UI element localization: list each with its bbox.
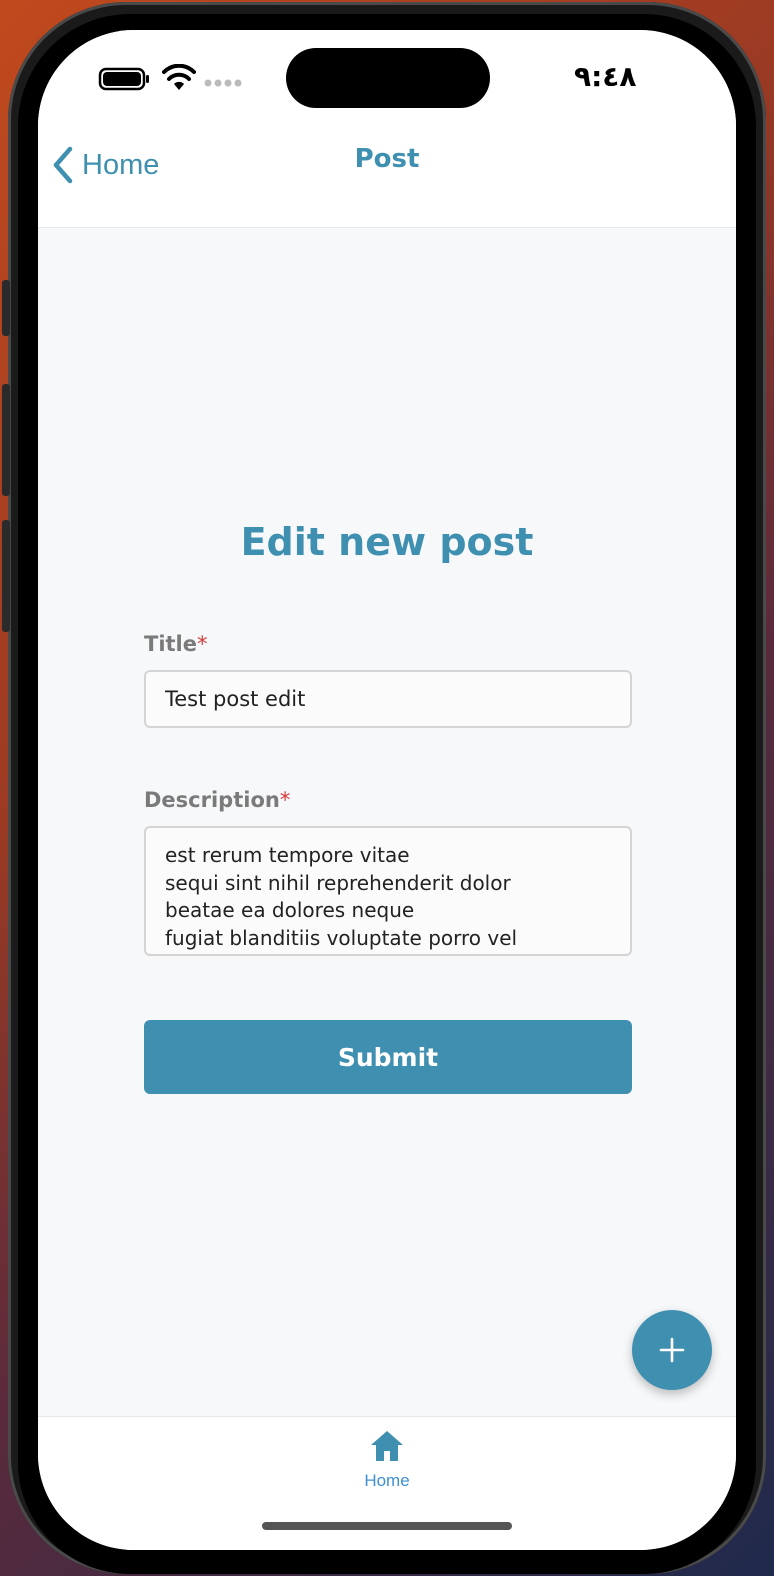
page-heading: Edit new post — [240, 520, 534, 564]
description-textarea[interactable]: est rerum tempore vitae sequi sint nihil… — [144, 826, 632, 956]
description-label-text: Description — [144, 788, 280, 812]
submit-button[interactable]: Submit — [144, 1020, 632, 1094]
title-label-text: Title — [144, 632, 198, 656]
back-label: Home — [82, 148, 160, 181]
plus-icon — [659, 1337, 685, 1363]
title-input[interactable] — [144, 670, 632, 728]
wifi-icon — [162, 64, 196, 90]
description-field-label: Description* — [144, 788, 290, 812]
required-mark: * — [279, 788, 291, 812]
screen: ٩:٤٨ Post Home Edit new post Title* Desc… — [38, 30, 736, 1550]
side-button — [2, 520, 10, 632]
status-bar: ٩:٤٨ — [38, 30, 736, 130]
navigation-bar: Post Home — [38, 130, 736, 228]
status-time: ٩:٤٨ — [574, 60, 637, 93]
back-button[interactable]: Home — [50, 142, 159, 188]
chevron-left-icon — [53, 146, 73, 184]
tab-home-label: Home — [364, 1471, 410, 1490]
battery-icon — [98, 67, 149, 91]
tab-home[interactable]: Home — [337, 1429, 437, 1501]
required-mark: * — [197, 632, 208, 656]
home-indicator — [262, 1522, 512, 1530]
side-button — [2, 384, 10, 496]
cellular-signal-icon — [204, 79, 242, 87]
add-post-fab[interactable] — [632, 1310, 712, 1390]
title-field-label: Title* — [144, 632, 208, 656]
side-button — [2, 280, 10, 336]
home-icon — [371, 1431, 403, 1461]
dynamic-island — [286, 48, 490, 108]
